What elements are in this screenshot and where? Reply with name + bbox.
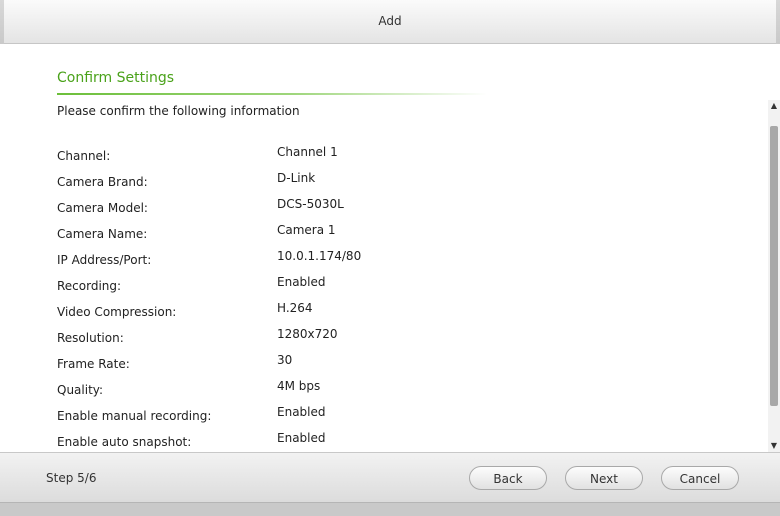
setting-label: Quality: <box>57 383 104 397</box>
cancel-button[interactable]: Cancel <box>661 466 739 490</box>
titlebar-right-edge <box>776 0 780 44</box>
setting-row-camera-brand: Camera Brand: D-Link <box>57 171 757 197</box>
setting-value: 10.0.1.174/80 <box>277 249 362 263</box>
dialog-footer: Step 5/6 Back Next Cancel <box>0 452 780 502</box>
setting-row-recording: Recording: Enabled <box>57 275 757 301</box>
setting-label: Enable auto snapshot: <box>57 435 192 449</box>
back-button[interactable]: Back <box>469 466 547 490</box>
setting-label: Enable manual recording: <box>57 409 212 423</box>
section-divider <box>57 93 487 95</box>
setting-label: Recording: <box>57 279 122 293</box>
intro-text: Please confirm the following information <box>57 104 300 118</box>
setting-value: 4M bps <box>277 379 321 393</box>
next-button[interactable]: Next <box>565 466 643 490</box>
setting-value: Camera 1 <box>277 223 336 237</box>
setting-value: 30 <box>277 353 293 367</box>
setting-row-video-compression: Video Compression: H.264 <box>57 301 757 327</box>
setting-value: H.264 <box>277 301 313 315</box>
dialog-title: Add <box>378 14 402 28</box>
setting-value: Channel 1 <box>277 145 338 159</box>
section-title: Confirm Settings <box>57 70 175 86</box>
setting-label: Channel: <box>57 149 111 163</box>
setting-value: Enabled <box>277 405 326 419</box>
setting-value: Enabled <box>277 431 326 445</box>
setting-row-auto-snapshot: Enable auto snapshot: Enabled <box>57 431 757 452</box>
dialog-content: Confirm Settings Please confirm the foll… <box>0 45 768 452</box>
scroll-down-arrow-icon[interactable]: ▼ <box>768 440 780 452</box>
step-indicator: Step 5/6 <box>46 471 97 485</box>
setting-row-resolution: Resolution: 1280x720 <box>57 327 757 353</box>
scroll-up-arrow-icon[interactable]: ▲ <box>768 100 780 112</box>
setting-value: 1280x720 <box>277 327 338 341</box>
setting-label: Camera Name: <box>57 227 148 241</box>
add-camera-dialog: Add Confirm Settings Please confirm the … <box>0 0 780 503</box>
setting-label: Camera Brand: <box>57 175 148 189</box>
dialog-titlebar: Add <box>0 0 780 44</box>
setting-row-manual-recording: Enable manual recording: Enabled <box>57 405 757 431</box>
setting-row-camera-model: Camera Model: DCS-5030L <box>57 197 757 223</box>
setting-value: DCS-5030L <box>277 197 344 211</box>
setting-value: D-Link <box>277 171 316 185</box>
setting-label: Resolution: <box>57 331 124 345</box>
settings-list: Channel: Channel 1 Camera Brand: D-Link … <box>57 145 757 452</box>
setting-row-quality: Quality: 4M bps <box>57 379 757 405</box>
setting-label: Camera Model: <box>57 201 148 215</box>
setting-label: IP Address/Port: <box>57 253 152 267</box>
setting-value: Enabled <box>277 275 326 289</box>
setting-row-ip-address: IP Address/Port: 10.0.1.174/80 <box>57 249 757 275</box>
content-scrollbar[interactable]: ▲ ▼ <box>768 100 780 452</box>
setting-row-channel: Channel: Channel 1 <box>57 145 757 171</box>
setting-label: Frame Rate: <box>57 357 130 371</box>
setting-row-frame-rate: Frame Rate: 30 <box>57 353 757 379</box>
setting-row-camera-name: Camera Name: Camera 1 <box>57 223 757 249</box>
setting-label: Video Compression: <box>57 305 177 319</box>
scrollbar-thumb[interactable] <box>770 126 778 406</box>
